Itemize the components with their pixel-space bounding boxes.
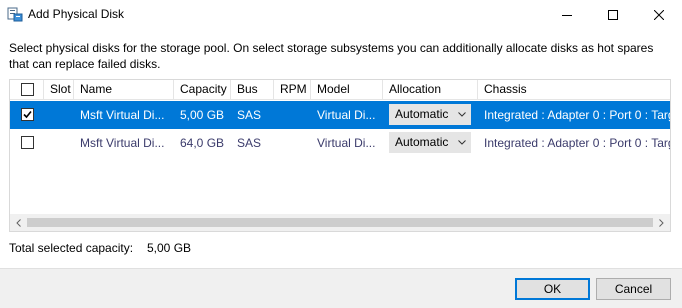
total-capacity-value: 5,00 GB [147,241,192,255]
select-all-checkbox[interactable] [21,83,34,96]
cancel-button[interactable]: Cancel [596,278,671,300]
column-header-model[interactable]: Model [311,80,383,100]
maximize-button[interactable] [590,0,636,30]
allocation-dropdown[interactable]: Automatic [389,132,471,153]
table-row[interactable]: Msft Virtual Di... 5,00 GB SAS Virtual D… [10,101,670,129]
bus-cell: SAS [237,136,262,150]
allocation-value: Automatic [395,107,449,121]
total-capacity-label: Total selected capacity: [9,241,134,255]
select-all-cell [10,80,44,100]
instructions-text: Select physical disks for the storage po… [9,41,654,71]
chevron-left-icon [16,218,21,227]
scroll-left-button[interactable] [10,214,27,231]
table-header: Slot Name Capacity Bus RPM Model Allocat… [10,80,670,100]
column-header-name[interactable]: Name [74,80,174,100]
slot-cell [44,129,74,157]
model-cell: Virtual Di... [317,108,376,122]
rpm-cell [274,101,311,129]
server-manager-icon [7,6,23,22]
ok-button[interactable]: OK [515,278,590,300]
slot-cell [44,101,74,129]
name-cell: Msft Virtual Di... [80,136,165,150]
window-title: Add Physical Disk [28,7,125,21]
column-header-allocation[interactable]: Allocation [383,80,478,100]
close-icon [654,10,664,20]
column-header-capacity[interactable]: Capacity [174,80,231,100]
model-cell: Virtual Di... [317,136,376,150]
chassis-cell: Integrated : Adapter 0 : Port 0 : Targ [484,136,670,150]
name-cell: Msft Virtual Di... [80,108,165,122]
bus-cell: SAS [237,108,262,122]
column-header-slot[interactable]: Slot [44,80,74,100]
capacity-cell: 5,00 GB [180,108,225,122]
checkmark-icon [23,110,32,119]
column-header-rpm[interactable]: RPM [274,80,311,100]
column-header-bus[interactable]: Bus [231,80,274,100]
close-button[interactable] [636,0,682,30]
maximize-icon [608,10,618,20]
title-bar: Add Physical Disk [0,0,682,30]
capacity-cell: 64,0 GB [180,136,225,150]
table-row[interactable]: Msft Virtual Di... 64,0 GB SAS Virtual D… [10,129,670,157]
column-header-chassis[interactable]: Chassis [478,80,670,100]
chevron-right-icon [659,218,664,227]
row-checkbox[interactable] [21,108,34,121]
scroll-right-button[interactable] [653,214,670,231]
chassis-cell: Integrated : Adapter 0 : Port 0 : Targ [484,108,670,122]
minimize-icon [562,15,572,16]
scrollbar-thumb[interactable] [27,218,653,227]
allocation-dropdown[interactable]: Automatic [389,104,471,125]
minimize-button[interactable] [544,0,590,30]
horizontal-scrollbar[interactable] [10,214,670,231]
row-checkbox[interactable] [21,136,34,149]
rpm-cell [274,129,311,157]
chevron-down-icon [458,140,466,145]
allocation-value: Automatic [395,135,449,149]
disk-table: Slot Name Capacity Bus RPM Model Allocat… [9,79,671,232]
chevron-down-icon [458,112,466,117]
